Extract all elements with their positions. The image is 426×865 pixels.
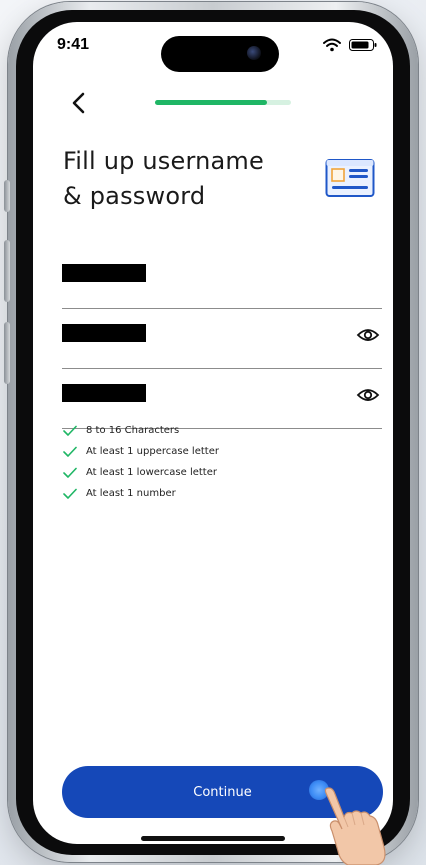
eye-icon[interactable] xyxy=(356,386,380,404)
password-rules-list: 8 to 16 Characters At least 1 uppercase … xyxy=(63,420,363,504)
password-field[interactable] xyxy=(62,312,382,369)
password-rule-label: At least 1 uppercase letter xyxy=(86,446,219,457)
password-redacted-value xyxy=(62,324,146,342)
password-rule-label: 8 to 16 Characters xyxy=(86,425,180,436)
password-rule-label: At least 1 lowercase letter xyxy=(86,467,217,478)
page-title-line-1: Fill up username xyxy=(63,147,264,175)
password-rule: 8 to 16 Characters xyxy=(63,420,363,441)
progress-bar xyxy=(155,100,291,105)
username-redacted-value xyxy=(62,264,146,282)
status-time: 9:41 xyxy=(57,36,90,53)
home-indicator xyxy=(141,836,285,841)
stage: 9:41 Fill up username & password 8 to 16… xyxy=(0,0,426,865)
password-rule: At least 1 number xyxy=(63,483,363,504)
side-button-volume-down xyxy=(4,322,10,384)
app-screen: 9:41 Fill up username & password 8 to 16… xyxy=(33,22,393,844)
check-icon xyxy=(63,467,77,478)
page-title: Fill up username & password xyxy=(63,144,303,214)
check-icon xyxy=(63,446,77,457)
password-rule: At least 1 lowercase letter xyxy=(63,462,363,483)
side-button-volume-up xyxy=(4,240,10,302)
dynamic-island xyxy=(161,36,279,72)
side-button-mute xyxy=(4,180,10,212)
battery-icon xyxy=(349,39,377,51)
confirm-password-redacted-value xyxy=(62,384,146,402)
check-icon xyxy=(63,488,77,499)
page-title-line-2: & password xyxy=(63,182,206,210)
password-rule-label: At least 1 number xyxy=(86,488,176,499)
progress-fill xyxy=(155,100,267,105)
camera-icon xyxy=(247,46,261,60)
chevron-left-icon[interactable] xyxy=(67,90,93,116)
password-rule: At least 1 uppercase letter xyxy=(63,441,363,462)
username-field[interactable] xyxy=(62,252,382,309)
id-card-icon xyxy=(325,159,375,197)
pointing-hand-icon xyxy=(324,787,386,865)
check-icon xyxy=(63,425,77,436)
wifi-icon xyxy=(323,38,341,52)
eye-icon[interactable] xyxy=(356,326,380,344)
